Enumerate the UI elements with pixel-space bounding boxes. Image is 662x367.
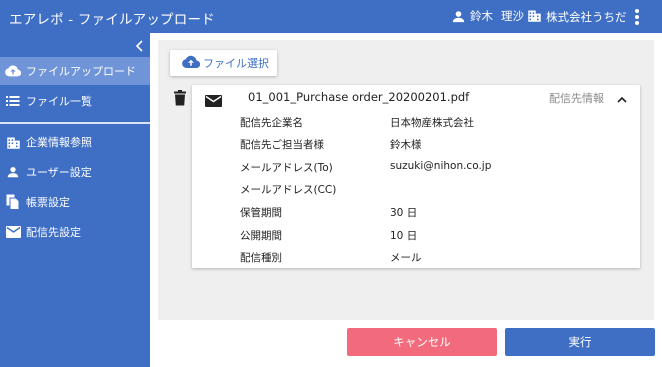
building-icon	[527, 8, 542, 26]
sidebar-item-form-settings[interactable]: 帳票設定	[0, 188, 150, 216]
chevron-up-icon[interactable]	[616, 90, 628, 103]
sidebar-item-label: 帳票設定	[26, 196, 70, 209]
documents-icon	[5, 194, 21, 210]
sidebar-item-company-info[interactable]: 企業情報参照	[0, 128, 150, 156]
publish-period-label: 公開期間	[240, 230, 282, 242]
user-first-name: 理沙	[501, 9, 524, 23]
sidebar-divider	[0, 122, 150, 124]
run-button[interactable]: 実行	[505, 328, 655, 356]
sidebar-item-file-list[interactable]: ファイル一覧	[0, 87, 150, 115]
sidebar-item-label: 配信先設定	[26, 226, 81, 239]
chevron-left-icon[interactable]	[134, 39, 146, 53]
app-bar: エアレポ - ファイルアップロード 鈴木 理沙 株式会社うちだ	[0, 0, 662, 33]
mail-icon	[205, 92, 222, 107]
email-cc-label: メールアドレス(CC)	[240, 184, 337, 196]
person-icon	[451, 9, 466, 24]
file-select-label: ファイル選択	[203, 57, 269, 70]
cloud-upload-icon	[5, 63, 21, 79]
sidebar-item-user-settings[interactable]: ユーザー設定	[0, 158, 150, 186]
recipient-company-value: 日本物産株式会社	[390, 117, 474, 129]
recipient-info-label: 配信先情報	[549, 92, 604, 105]
sidebar-item-label: ファイル一覧	[26, 95, 92, 108]
storage-period-label: 保管期間	[240, 207, 282, 219]
sidebar-item-label: 企業情報参照	[26, 136, 92, 149]
sidebar: ファイルアップロード ファイル一覧 企業情報参照 ユーザー設定 帳票設定 配信先…	[0, 33, 150, 367]
recipient-contact-label: 配信先ご担当者様	[240, 139, 324, 151]
building-icon	[5, 134, 21, 150]
user-menu[interactable]: 鈴木 理沙	[451, 8, 524, 24]
recipient-company-label: 配信先企業名	[240, 117, 303, 129]
list-icon	[5, 93, 21, 109]
sidebar-item-label: ファイルアップロード	[26, 65, 136, 78]
delivery-type-value: メール	[390, 252, 422, 264]
user-last-name: 鈴木	[470, 9, 493, 23]
company-name: 株式会社うちだ	[546, 10, 627, 24]
app-title: エアレポ - ファイルアップロード	[9, 12, 215, 28]
cloud-upload-icon	[170, 55, 203, 72]
person-icon	[5, 164, 21, 180]
cancel-button[interactable]: キャンセル	[347, 328, 497, 356]
sidebar-item-file-upload[interactable]: ファイルアップロード	[0, 57, 150, 85]
recipient-contact-value: 鈴木様	[390, 139, 422, 151]
email-to-label: メールアドレス(To)	[240, 162, 333, 174]
sidebar-item-recipient-settings[interactable]: 配信先設定	[0, 218, 150, 246]
file-card: 01_001_Purchase order_20200201.pdf 配信先情報…	[192, 85, 640, 268]
company-menu[interactable]: 株式会社うちだ	[527, 8, 627, 26]
storage-period-value: 30 日	[390, 207, 418, 219]
mail-icon	[5, 224, 21, 240]
file-select-button[interactable]: ファイル選択	[170, 50, 277, 76]
more-vert-icon[interactable]	[630, 7, 644, 27]
trash-icon[interactable]	[173, 90, 187, 106]
file-name: 01_001_Purchase order_20200201.pdf	[248, 90, 470, 104]
sidebar-item-label: ユーザー設定	[26, 166, 92, 179]
publish-period-value: 10 日	[390, 230, 418, 242]
delivery-type-label: 配信種別	[240, 252, 282, 264]
email-to-value: suzuki@nihon.co.jp	[390, 160, 492, 172]
